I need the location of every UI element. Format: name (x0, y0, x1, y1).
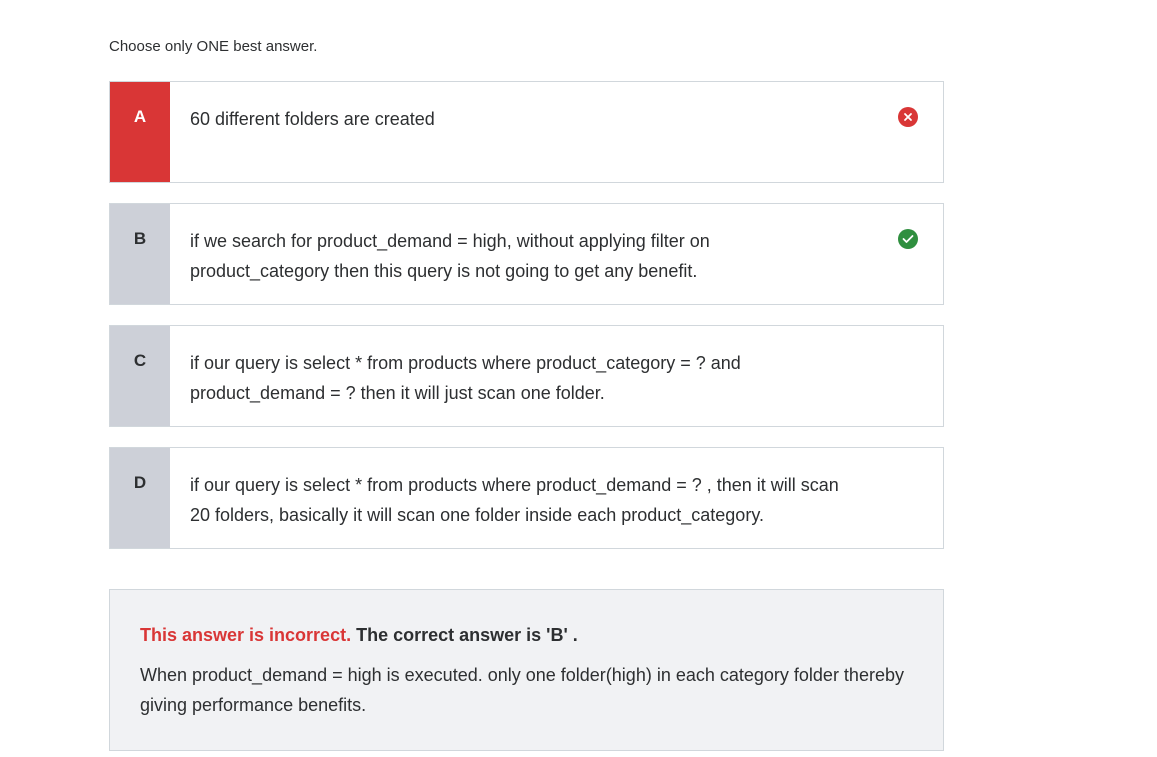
option-letter: D (110, 448, 170, 548)
x-circle-icon (898, 107, 918, 127)
option-letter: B (110, 204, 170, 304)
option-text: if our query is select * from products w… (190, 475, 839, 525)
explanation-text: When product_demand = high is executed. … (140, 665, 904, 715)
option-d[interactable]: D if our query is select * from products… (109, 447, 944, 549)
feedback-panel: This answer is incorrect. The correct an… (109, 589, 944, 751)
option-b[interactable]: B if we search for product_demand = high… (109, 203, 944, 305)
quiz-page: Choose only ONE best answer. A 60 differ… (0, 0, 1157, 757)
correct-answer-label: The correct answer is 'B' . (356, 625, 578, 645)
incorrect-label: This answer is incorrect. (140, 625, 352, 645)
option-text: 60 different folders are created (190, 109, 435, 129)
option-a[interactable]: A 60 different folders are created (109, 81, 944, 183)
feedback-heading: This answer is incorrect. The correct an… (140, 622, 913, 648)
answer-options: A 60 different folders are created B if … (109, 81, 944, 569)
option-text: if we search for product_demand = high, … (190, 231, 710, 281)
option-text: if our query is select * from products w… (190, 353, 741, 403)
check-circle-icon (898, 229, 918, 249)
option-letter: C (110, 326, 170, 426)
instruction-text: Choose only ONE best answer. (109, 38, 318, 55)
option-letter: A (110, 82, 170, 182)
option-c[interactable]: C if our query is select * from products… (109, 325, 944, 427)
